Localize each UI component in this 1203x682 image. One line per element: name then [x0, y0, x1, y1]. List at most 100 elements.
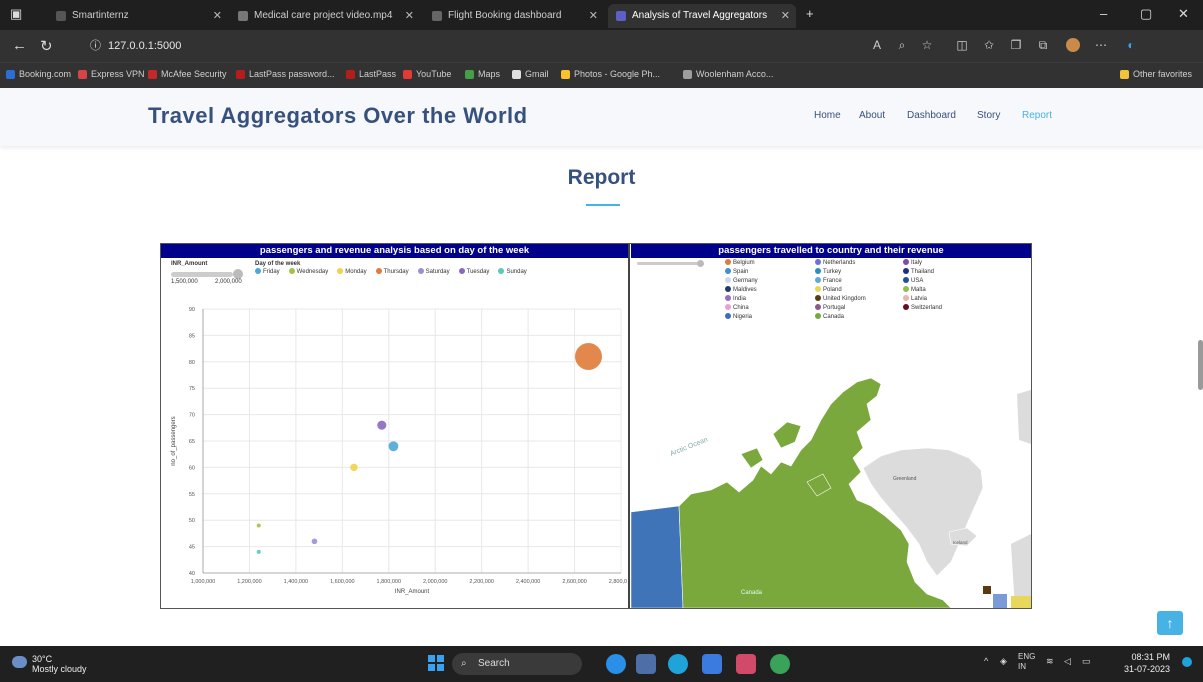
- close-tab-icon[interactable]: ✕: [589, 4, 598, 28]
- page-scrollbar[interactable]: [1198, 340, 1203, 390]
- whatsapp-icon[interactable]: [770, 654, 790, 674]
- nav-report[interactable]: Report: [1022, 110, 1052, 121]
- split-screen-icon[interactable]: ◫: [955, 38, 969, 52]
- window-menu-icon[interactable]: ▣: [10, 6, 22, 22]
- favorites-icon[interactable]: ✩: [982, 38, 996, 52]
- windows-start-icon[interactable]: [428, 655, 444, 671]
- close-tab-icon[interactable]: ✕: [781, 4, 790, 28]
- data-point-tuesday[interactable]: [377, 420, 387, 430]
- map-country-poland[interactable]: [1011, 596, 1031, 608]
- bookmark-item[interactable]: Maps: [465, 69, 500, 79]
- minimize-icon[interactable]: –: [1100, 6, 1107, 21]
- taskbar-app-icon[interactable]: [702, 654, 722, 674]
- extensions-icon[interactable]: ⧉: [1036, 38, 1050, 52]
- map-label-canada: Canada: [741, 590, 763, 596]
- wifi-icon[interactable]: ≋: [1046, 656, 1054, 667]
- tab-label: Smartinternz: [72, 10, 129, 21]
- new-tab-button[interactable]: +: [806, 6, 814, 21]
- data-point-sunday[interactable]: [256, 549, 261, 554]
- map-land: [1017, 390, 1031, 444]
- map-country[interactable]: [983, 586, 991, 594]
- heading-underline: [586, 204, 620, 206]
- taskbar-search[interactable]: ⌕ Search: [452, 653, 582, 675]
- bookmark-icon: [6, 70, 15, 79]
- tab-favicon-icon: [56, 11, 66, 21]
- search-icon: ⌕: [461, 658, 467, 669]
- browser-tab[interactable]: Flight Booking dashboard ✕: [424, 4, 604, 28]
- favorite-star-icon[interactable]: ☆: [920, 38, 934, 52]
- close-tab-icon[interactable]: ✕: [405, 4, 414, 28]
- other-favorites-folder[interactable]: Other favorites: [1120, 69, 1192, 79]
- bookmark-item[interactable]: Photos - Google Ph...: [561, 69, 660, 79]
- y-tick-label: 40: [189, 571, 195, 577]
- browser-tab-active[interactable]: Analysis of Travel Aggregators ✕: [608, 4, 796, 28]
- zoom-icon[interactable]: ⌕: [895, 38, 909, 52]
- taskbar-app-icon[interactable]: [736, 654, 756, 674]
- url-input[interactable]: ⓘ 127.0.0.1:5000: [88, 36, 868, 56]
- y-tick-label: 75: [189, 386, 195, 392]
- language-indicator[interactable]: ENG IN: [1018, 652, 1035, 672]
- nav-story[interactable]: Story: [977, 110, 1000, 121]
- bookmark-item[interactable]: Woolenham Acco...: [683, 69, 773, 79]
- bookmark-item[interactable]: Express VPN: [78, 69, 145, 79]
- back-arrow-icon[interactable]: ←: [12, 37, 27, 54]
- taskbar-app-icon[interactable]: [636, 654, 656, 674]
- x-tick-label: 1,600,000: [330, 579, 354, 585]
- bookmark-item[interactable]: Booking.com: [6, 69, 71, 79]
- nav-about[interactable]: About: [859, 110, 885, 121]
- scroll-to-top-button[interactable]: ↑: [1157, 611, 1183, 635]
- y-tick-label: 55: [189, 492, 195, 498]
- weather-widget[interactable]: 30°C Mostly cloudy: [12, 654, 87, 674]
- nav-dashboard[interactable]: Dashboard: [907, 110, 956, 121]
- notification-icon[interactable]: [1182, 657, 1192, 667]
- battery-icon[interactable]: ▭: [1082, 656, 1091, 667]
- report-heading: Report: [567, 166, 636, 189]
- tray-chevron-icon[interactable]: ^: [984, 656, 988, 666]
- x-tick-label: 2,400,000: [516, 579, 540, 585]
- tray-app-icon[interactable]: ◈: [1000, 656, 1007, 667]
- site-title[interactable]: Travel Aggregators Over the World: [148, 103, 528, 129]
- day-of-week-panel: passengers and revenue analysis based on…: [161, 244, 630, 608]
- map-country-usa-alaska[interactable]: [631, 505, 684, 608]
- info-icon[interactable]: ⓘ: [90, 36, 101, 56]
- data-point-thursday[interactable]: [574, 343, 602, 371]
- x-tick-label: 1,000,000: [191, 579, 215, 585]
- maximize-icon[interactable]: ▢: [1140, 6, 1152, 22]
- taskbar-app-icon[interactable]: [606, 654, 626, 674]
- collections-icon[interactable]: ❐: [1009, 38, 1023, 52]
- data-point-wednesday[interactable]: [256, 523, 261, 528]
- embedded-dashboard[interactable]: passengers and revenue analysis based on…: [160, 243, 1032, 609]
- bookmark-item[interactable]: LastPass password...: [236, 69, 335, 79]
- bookmark-icon: [236, 70, 245, 79]
- nav-home[interactable]: Home: [814, 110, 841, 121]
- data-point-saturday[interactable]: [311, 538, 318, 545]
- x-axis-label: INR_Amount: [395, 589, 430, 595]
- folder-icon: [1120, 70, 1129, 79]
- map-country-uk[interactable]: [993, 594, 1007, 608]
- scatter-chart[interactable]: 40 45 50 55 60 65 70 75 80 85 90 1,000,000 1,200,000…: [161, 261, 627, 606]
- x-tick-label: 2,000,000: [423, 579, 447, 585]
- browser-tab[interactable]: Medical care project video.mp4 ✕: [230, 4, 420, 28]
- browser-tab[interactable]: Smartinternz ✕: [48, 4, 228, 28]
- data-point-monday[interactable]: [350, 463, 358, 472]
- site-header: Travel Aggregators Over the World Home A…: [0, 88, 1203, 146]
- copilot-icon[interactable]: ◐: [1124, 38, 1138, 52]
- country-map[interactable]: Arctic Ocean Greenland Canada Iceland: [631, 244, 1031, 608]
- y-tick-label: 50: [189, 518, 195, 524]
- data-point-friday[interactable]: [388, 441, 399, 452]
- read-aloud-icon[interactable]: A: [870, 38, 884, 52]
- bookmark-item[interactable]: Gmail: [512, 69, 549, 79]
- close-window-icon[interactable]: ✕: [1178, 6, 1189, 22]
- system-clock[interactable]: 08:31 PM 31-07-2023: [1124, 651, 1170, 675]
- refresh-icon[interactable]: ↻: [40, 37, 53, 55]
- bookmark-item[interactable]: McAfee Security: [148, 69, 227, 79]
- more-options-icon[interactable]: ⋯: [1094, 38, 1108, 52]
- bookmark-item[interactable]: LastPass: [346, 69, 396, 79]
- profile-avatar[interactable]: [1066, 38, 1080, 52]
- bookmark-icon: [346, 70, 355, 79]
- volume-icon[interactable]: ◁: [1064, 656, 1071, 667]
- close-tab-icon[interactable]: ✕: [213, 4, 222, 28]
- bookmark-icon: [683, 70, 692, 79]
- edge-browser-icon[interactable]: [668, 654, 688, 674]
- bookmark-item[interactable]: YouTube: [403, 69, 451, 79]
